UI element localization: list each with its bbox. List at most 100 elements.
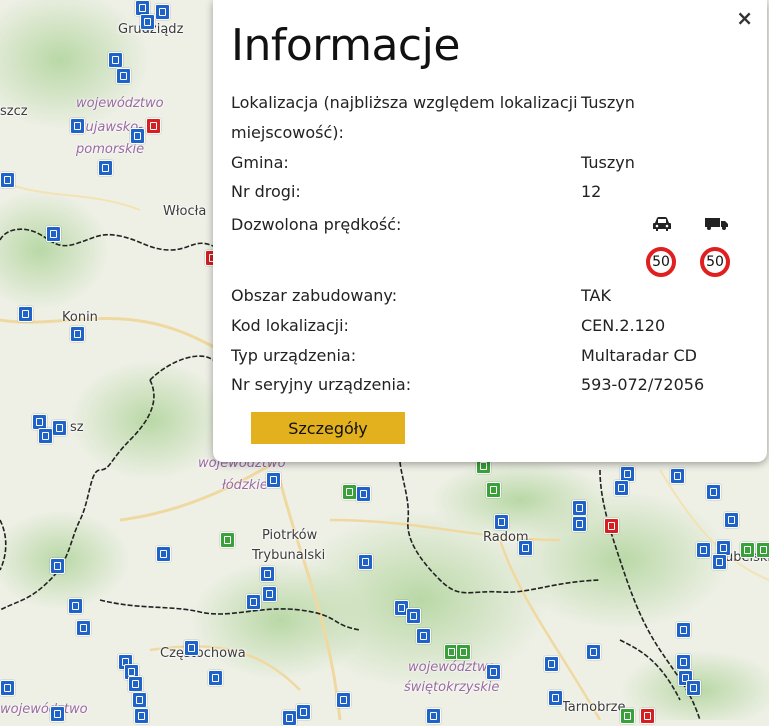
speed-camera-marker[interactable] xyxy=(572,500,587,516)
speed-camera-marker[interactable] xyxy=(130,128,145,144)
speed-camera-marker[interactable] xyxy=(260,566,275,582)
speed-camera-marker[interactable] xyxy=(70,118,85,134)
speed-camera-marker[interactable] xyxy=(140,14,155,30)
commune-value: Tuszyn xyxy=(581,153,635,172)
road-value: 12 xyxy=(581,182,602,201)
device-type-label: Typ urządzenia: xyxy=(231,346,357,365)
road-label: Nr drogi: xyxy=(231,182,301,201)
place-szcz: szcz xyxy=(0,104,28,119)
speed-camera-marker[interactable] xyxy=(155,4,170,20)
speed-camera-marker[interactable] xyxy=(132,692,147,708)
region-kujawsko-line1: województwo xyxy=(76,96,164,111)
speed-camera-marker[interactable] xyxy=(0,172,15,188)
speed-camera-marker[interactable] xyxy=(670,468,685,484)
speed-camera-marker[interactable] xyxy=(756,542,769,558)
location-label-line2: miejscowość): xyxy=(231,123,344,142)
speed-camera-marker[interactable] xyxy=(282,710,297,726)
speed-camera-marker[interactable] xyxy=(712,554,727,570)
speed-camera-marker[interactable] xyxy=(156,546,171,562)
speed-camera-marker[interactable] xyxy=(0,680,15,696)
speed-camera-marker[interactable] xyxy=(68,598,83,614)
speed-camera-marker[interactable] xyxy=(46,226,61,242)
details-button[interactable]: Szczegóły xyxy=(251,412,405,444)
speed-camera-marker[interactable] xyxy=(342,484,357,500)
place-wloclawek: Włocła xyxy=(163,204,207,219)
place-sz: sz xyxy=(70,420,84,435)
popup-title: Informacje xyxy=(231,20,460,71)
speed-camera-marker[interactable] xyxy=(486,664,501,680)
region-slaskie: województwo xyxy=(0,702,88,717)
location-label-line1: Lokalizacja (najbliższa względem lokaliz… xyxy=(231,93,578,112)
speed-camera-marker[interactable] xyxy=(586,644,601,660)
speed-camera-marker[interactable] xyxy=(108,52,123,68)
speed-camera-marker[interactable] xyxy=(134,708,149,724)
speed-camera-marker[interactable] xyxy=(266,472,281,488)
speed-camera-marker[interactable] xyxy=(740,542,755,558)
location-code-value: CEN.2.120 xyxy=(581,316,666,335)
location-code-label: Kod lokalizacji: xyxy=(231,316,349,335)
speed-camera-marker[interactable] xyxy=(296,704,311,720)
speed-camera-marker[interactable] xyxy=(406,608,421,624)
speed-camera-marker[interactable] xyxy=(246,594,261,610)
built-area-value: TAK xyxy=(581,286,611,305)
speed-camera-marker[interactable] xyxy=(356,486,371,502)
close-icon[interactable]: × xyxy=(736,6,753,30)
speed-camera-marker[interactable] xyxy=(572,516,587,532)
speed-label: Dozwolona prędkość: xyxy=(231,215,402,234)
speed-camera-marker[interactable] xyxy=(676,654,691,670)
speed-camera-marker[interactable] xyxy=(416,628,431,644)
speed-camera-marker[interactable] xyxy=(220,532,235,548)
info-popup: × Informacje Lokalizacja (najbliższa wzg… xyxy=(213,0,767,462)
speed-camera-marker[interactable] xyxy=(38,428,53,444)
region-swietokrzyskie-line1: województwo xyxy=(408,660,496,675)
speed-camera-marker[interactable] xyxy=(494,514,509,530)
place-konin: Konin xyxy=(62,310,98,325)
speed-camera-marker[interactable] xyxy=(70,326,85,342)
speed-camera-marker[interactable] xyxy=(604,518,619,534)
speed-camera-marker[interactable] xyxy=(208,670,223,686)
speed-limit-car-sign: 50 xyxy=(646,247,676,277)
region-kujawsko-line3: pomorskie xyxy=(76,142,145,157)
place-czestochowa: Częstochowa xyxy=(160,646,246,661)
speed-camera-marker[interactable] xyxy=(696,542,711,558)
speed-camera-marker[interactable] xyxy=(426,708,441,724)
speed-camera-marker[interactable] xyxy=(336,692,351,708)
speed-camera-marker[interactable] xyxy=(116,68,131,84)
speed-camera-marker[interactable] xyxy=(614,480,629,496)
speed-camera-marker[interactable] xyxy=(76,620,91,636)
serial-label: Nr seryjny urządzenia: xyxy=(231,375,412,394)
region-lodzkie-line2: łódzkie xyxy=(222,478,268,493)
speed-camera-marker[interactable] xyxy=(486,482,501,498)
speed-camera-marker[interactable] xyxy=(52,420,67,436)
place-piotrkow-line1: Piotrków xyxy=(262,528,318,543)
speed-camera-marker[interactable] xyxy=(620,708,635,724)
speed-camera-marker[interactable] xyxy=(518,540,533,556)
speed-camera-marker[interactable] xyxy=(640,708,655,724)
speed-camera-marker[interactable] xyxy=(676,622,691,638)
speed-camera-marker[interactable] xyxy=(456,644,471,660)
serial-value: 593-072/72056 xyxy=(581,375,705,394)
region-swietokrzyskie-line2: świętokrzyskie xyxy=(404,680,500,695)
speed-camera-marker[interactable] xyxy=(50,558,65,574)
truck-icon xyxy=(705,218,728,230)
place-piotrkow-line2: Trybunalski xyxy=(252,548,326,563)
commune-label: Gmina: xyxy=(231,153,289,172)
speed-camera-marker[interactable] xyxy=(184,640,199,656)
place-tarnobrzeg: Tarnobrze xyxy=(562,700,626,715)
speed-camera-marker[interactable] xyxy=(146,118,161,134)
device-type-value: Multaradar CD xyxy=(581,346,697,365)
speed-limit-truck-sign: 50 xyxy=(700,247,730,277)
built-area-label: Obszar zabudowany: xyxy=(231,286,398,305)
speed-camera-marker[interactable] xyxy=(544,656,559,672)
car-icon xyxy=(653,217,671,231)
speed-camera-marker[interactable] xyxy=(724,512,739,528)
speed-camera-marker[interactable] xyxy=(262,586,277,602)
speed-camera-marker[interactable] xyxy=(128,676,143,692)
speed-camera-marker[interactable] xyxy=(686,680,701,696)
speed-camera-marker[interactable] xyxy=(18,306,33,322)
speed-camera-marker[interactable] xyxy=(358,554,373,570)
speed-camera-marker[interactable] xyxy=(98,160,113,176)
location-value: Tuszyn xyxy=(581,93,635,112)
speed-camera-marker[interactable] xyxy=(548,690,563,706)
speed-camera-marker[interactable] xyxy=(706,484,721,500)
